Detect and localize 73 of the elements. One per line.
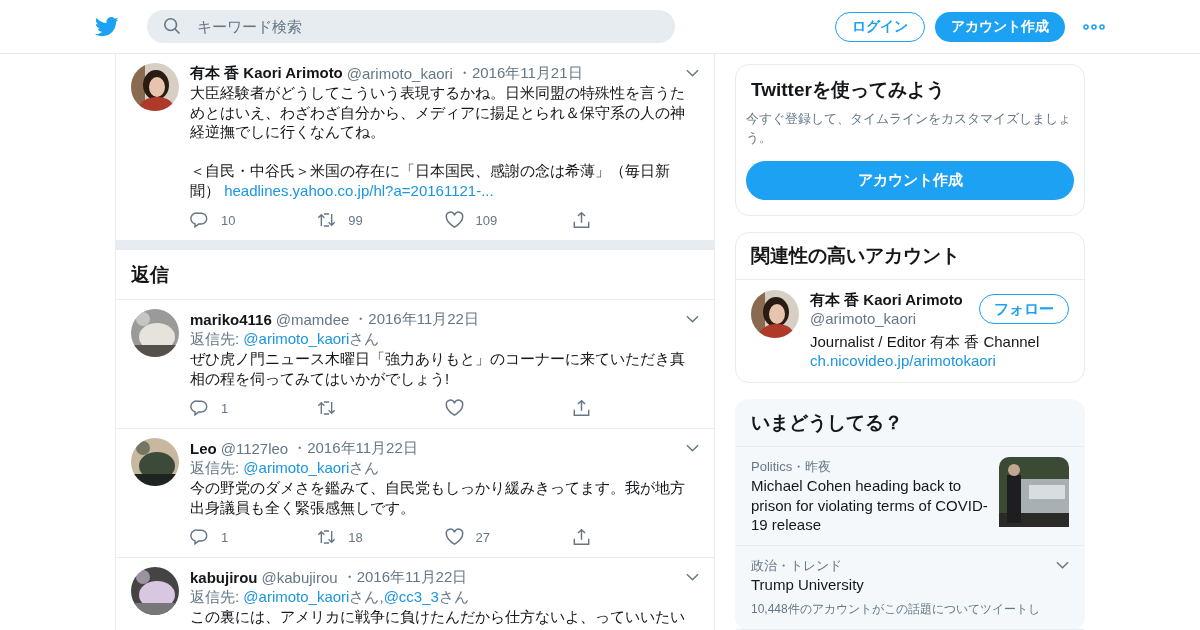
search-icon xyxy=(163,17,181,35)
tweet-text: ＜自民・中谷氏＞米国の存在に「日本国民、感謝の念は希薄」（毎日新聞） headlines.yahoo.co.jp/hl?a=20161121-... xyxy=(190,161,671,200)
mention-link[interactable]: @arimoto_kaori xyxy=(243,459,350,476)
author-handle[interactable]: @arimoto_kaori xyxy=(346,64,453,82)
tweet-link[interactable]: headlines.yahoo.co.jp/hl?a=20161121-... xyxy=(224,181,494,199)
trend-headline: Michael Cohen heading back to prison for violating terms of COVID-19 release xyxy=(751,476,989,535)
search-field[interactable]: キーワード検索 xyxy=(147,10,675,43)
author-handle[interactable]: @1127leo xyxy=(220,439,289,457)
login-button[interactable]: ログイン xyxy=(835,11,925,42)
tweet-text: 今の野党のダメさを鑑みて、自民党もしっかり緩みきってます。我が地方出身議員も全く緊張感無しです。 xyxy=(190,478,686,517)
card-description: 今すぐ登録して、タイムラインをカスタマイズしましょう。 xyxy=(746,110,1072,147)
like-count: 27 xyxy=(475,529,490,545)
reply-to-line: 返信先: @arimoto_kaoriさん xyxy=(190,458,381,478)
account-bio: Journalist / Editor 有本 香 Channel xyxy=(810,332,1041,351)
retweet-icon[interactable] xyxy=(317,528,337,546)
reply-icon[interactable] xyxy=(190,399,209,417)
heart-icon[interactable] xyxy=(444,528,464,546)
caret-icon[interactable] xyxy=(1056,560,1069,569)
reply-count: 1 xyxy=(221,400,229,416)
share-icon[interactable] xyxy=(571,528,591,546)
trend-headline: Trump University xyxy=(751,574,865,594)
heart-icon[interactable] xyxy=(444,399,464,417)
reply-icon[interactable] xyxy=(190,211,209,229)
author-handle[interactable]: @mamdee xyxy=(275,310,350,328)
mention-link[interactable]: @arimoto_kaori xyxy=(243,330,350,347)
signup-button[interactable]: アカウント作成 xyxy=(746,161,1074,200)
caret-icon[interactable] xyxy=(686,69,699,77)
account-name[interactable]: 有本 香 Kaori Arimoto xyxy=(810,290,963,309)
more-icon[interactable] xyxy=(1083,23,1105,30)
card-title: いまどうしてる？ xyxy=(736,400,1084,447)
retweet-count: 99 xyxy=(348,212,363,228)
trend-tweet-count: 10,448件のアカウントがこの話題についてツイートし xyxy=(751,601,1041,618)
retweet-icon[interactable] xyxy=(317,399,337,417)
account-link[interactable]: ch.nicovideo.jp/arimotokaori xyxy=(810,351,1069,370)
bird-logo-icon[interactable] xyxy=(95,16,119,37)
mention-link[interactable]: @arimoto_kaori xyxy=(243,588,350,605)
card-title: Twitterを使ってみよう xyxy=(750,78,946,102)
author-name[interactable]: 有本 香 Kaori Arimoto xyxy=(190,63,343,83)
signup-button[interactable]: アカウント作成 xyxy=(935,11,1065,42)
tweet-text: 大臣経験者がどうしてこういう表現するかね。日米同盟の特殊性を言うためとはいえ、わざわざ自分から、メディアに揚足とられ＆保守系の人の神経逆撫でしに行くなんてね。 xyxy=(190,83,686,142)
reply-to-line: 返信先: @arimoto_kaoriさん xyxy=(190,329,381,349)
caret-icon[interactable] xyxy=(686,444,699,452)
share-icon[interactable] xyxy=(571,399,591,417)
trend-item[interactable]: 政治・トレンド Trump University 10,448件のアカウントがこの話題についてツイートし xyxy=(736,545,1084,630)
trend-meta: Politics・昨夜 xyxy=(751,458,833,476)
tweet-date[interactable]: ・2016年11月21日 xyxy=(456,63,583,83)
trend-meta: 政治・トレンド xyxy=(751,556,843,575)
card-title: 関連性の高いアカウント xyxy=(736,233,1084,280)
author-name[interactable]: mariko4116 xyxy=(190,310,272,328)
account-handle[interactable]: @arimoto_kaori xyxy=(810,309,963,328)
author-name[interactable]: kabujirou xyxy=(190,568,258,586)
caret-icon[interactable] xyxy=(686,573,699,581)
author-handle[interactable]: @kabujirou xyxy=(261,568,338,586)
reply-to-line: 返信先: @arimoto_kaoriさん,@cc3_3さん xyxy=(190,587,470,607)
like-count: 109 xyxy=(475,212,498,228)
tweet-date[interactable]: ・2016年11月22日 xyxy=(341,567,468,587)
tweet-date[interactable]: ・2016年11月22日 xyxy=(292,438,418,458)
reply-icon[interactable] xyxy=(190,528,209,546)
caret-icon[interactable] xyxy=(686,315,699,323)
follow-button[interactable]: フォロー xyxy=(979,294,1069,324)
author-name[interactable]: Leo xyxy=(190,439,217,457)
mention-link[interactable]: @cc3_3 xyxy=(383,588,439,605)
replies-heading: 返信 xyxy=(116,250,714,300)
tweet-text: ぜひ虎ノ門ニュース木曜日「強力ありもと」のコーナーに来ていただき真相の程を伺ってみてはいかがでしょう! xyxy=(190,349,686,388)
trend-item[interactable]: Politics・昨夜 Michael Cohen heading back to prison for violating terms of COVID-19 release xyxy=(736,447,1084,546)
reply-count: 1 xyxy=(221,529,229,545)
reply-count: 10 xyxy=(221,212,236,228)
tweet-text: この裏には、アメリカに戦争に負けたんだから仕方ないよ、っていいたい xyxy=(190,607,686,627)
retweet-icon[interactable] xyxy=(317,211,337,229)
heart-icon[interactable] xyxy=(444,211,464,229)
share-icon[interactable] xyxy=(571,211,591,229)
retweet-count: 18 xyxy=(348,529,363,545)
tweet-date[interactable]: ・2016年11月22日 xyxy=(353,309,479,329)
